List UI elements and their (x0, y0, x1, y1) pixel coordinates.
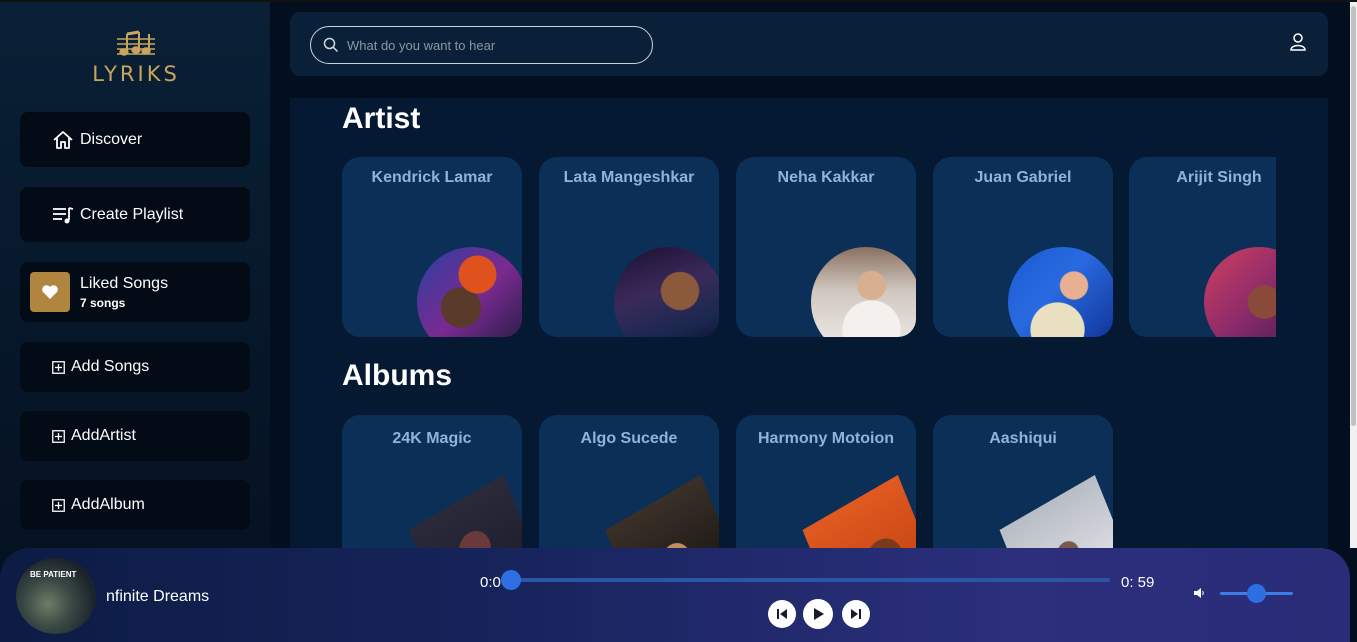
nav-liked-songs[interactable]: Liked Songs 7 songs (20, 262, 250, 322)
artwork-label: BE PATIENT (30, 570, 77, 579)
skip-next-icon (851, 609, 861, 619)
progress-bar[interactable] (501, 570, 1110, 590)
album-card[interactable]: 24K Magic (342, 415, 522, 548)
artist-card[interactable]: Neha Kakkar (736, 157, 916, 337)
top-bar (290, 12, 1328, 76)
nav-create-playlist[interactable]: Create Playlist (20, 187, 250, 242)
liked-text: Liked Songs 7 songs (80, 275, 168, 310)
user-icon[interactable] (1290, 33, 1306, 56)
artist-photo (417, 247, 522, 337)
artist-photo (1204, 247, 1276, 337)
album-cover (408, 475, 522, 548)
artist-card[interactable]: Juan Gabriel (933, 157, 1113, 337)
plus-square-icon (52, 498, 65, 512)
scrollbar-thumb[interactable] (1351, 6, 1356, 426)
play-button[interactable] (803, 599, 833, 629)
logo[interactable]: LYRIKS (88, 30, 184, 90)
total-time: 0: 59 (1121, 574, 1155, 591)
plus-square-icon (52, 429, 65, 443)
album-name: Algo Sucede (580, 430, 678, 447)
artist-name: Neha Kakkar (777, 169, 875, 186)
search-icon (323, 37, 339, 53)
current-time: 0:0 (480, 574, 501, 591)
search-input[interactable] (347, 37, 627, 53)
nav-create-playlist-label: Create Playlist (80, 205, 184, 223)
nav-add-album[interactable]: AddAlbum (20, 480, 250, 530)
search-box[interactable] (310, 26, 653, 64)
artist-photo (811, 247, 916, 337)
nav-add-songs-label: Add Songs (71, 358, 150, 375)
previous-button[interactable] (768, 600, 796, 628)
artist-card[interactable]: Lata Mangeshkar (539, 157, 719, 337)
artist-name: Arijit Singh (1176, 169, 1262, 186)
nav-add-album-label: AddAlbum (71, 496, 145, 513)
album-card[interactable]: Algo Sucede (539, 415, 719, 548)
logo-text: LYRIKS (92, 62, 180, 86)
nav-discover[interactable]: Discover (20, 112, 250, 167)
volume-knob[interactable] (1247, 584, 1266, 603)
artist-photo (614, 247, 719, 337)
next-button[interactable] (842, 600, 870, 628)
nav-discover-label: Discover (80, 130, 143, 148)
app-root: LYRIKS Discover Create Playlist Liked So… (0, 0, 1357, 642)
nav-add-artist[interactable]: AddArtist (20, 411, 250, 461)
scrollbar[interactable] (1350, 2, 1357, 548)
music-notes-icon (117, 30, 155, 56)
artist-name: Juan Gabriel (974, 169, 1072, 186)
heart-icon (42, 285, 58, 299)
play-icon (814, 608, 824, 620)
album-cards: 24K Magic Algo Sucede Harmony Motoion Aa… (342, 415, 1276, 548)
playlist-icon (52, 206, 74, 224)
liked-thumb (30, 272, 70, 312)
skip-previous-icon (777, 609, 787, 619)
artist-name: Lata Mangeshkar (563, 169, 695, 186)
track-artwork: BE PATIENT (16, 558, 96, 634)
progress-knob[interactable] (501, 570, 521, 590)
music-player: BE PATIENT nfinite Dreams 0:0 0: 59 (0, 548, 1350, 642)
nav-add-artist-label: AddArtist (71, 427, 136, 444)
album-cover (999, 475, 1113, 548)
albums-section-title: Albums (342, 359, 453, 392)
track-title: nfinite Dreams (106, 588, 210, 605)
main-content: Artist Kendrick Lamar Lata Mangeshkar Ne… (290, 98, 1328, 548)
artist-card[interactable]: Kendrick Lamar (342, 157, 522, 337)
artist-card[interactable]: Arijit Singh (1129, 157, 1276, 337)
album-card[interactable]: Harmony Motoion (736, 415, 916, 548)
artist-photo (1008, 247, 1113, 337)
album-name: Harmony Motoion (758, 430, 894, 447)
artist-cards: Kendrick Lamar Lata Mangeshkar Neha Kakk… (342, 157, 1276, 337)
volume-icon[interactable] (1193, 586, 1205, 604)
home-icon (52, 130, 74, 150)
album-name: Aashiqui (989, 430, 1057, 447)
nav-add-songs[interactable]: Add Songs (20, 342, 250, 392)
plus-square-icon (52, 360, 65, 374)
liked-count: 7 songs (80, 295, 126, 310)
liked-title: Liked Songs (80, 274, 169, 292)
sidebar: LYRIKS Discover Create Playlist Liked So… (0, 2, 270, 642)
album-cover (605, 475, 719, 548)
artist-name: Kendrick Lamar (371, 169, 493, 186)
album-cover (802, 475, 916, 548)
artist-section-title: Artist (342, 102, 421, 135)
album-card[interactable]: Aashiqui (933, 415, 1113, 548)
volume-slider[interactable] (1220, 584, 1293, 603)
album-name: 24K Magic (392, 430, 472, 447)
